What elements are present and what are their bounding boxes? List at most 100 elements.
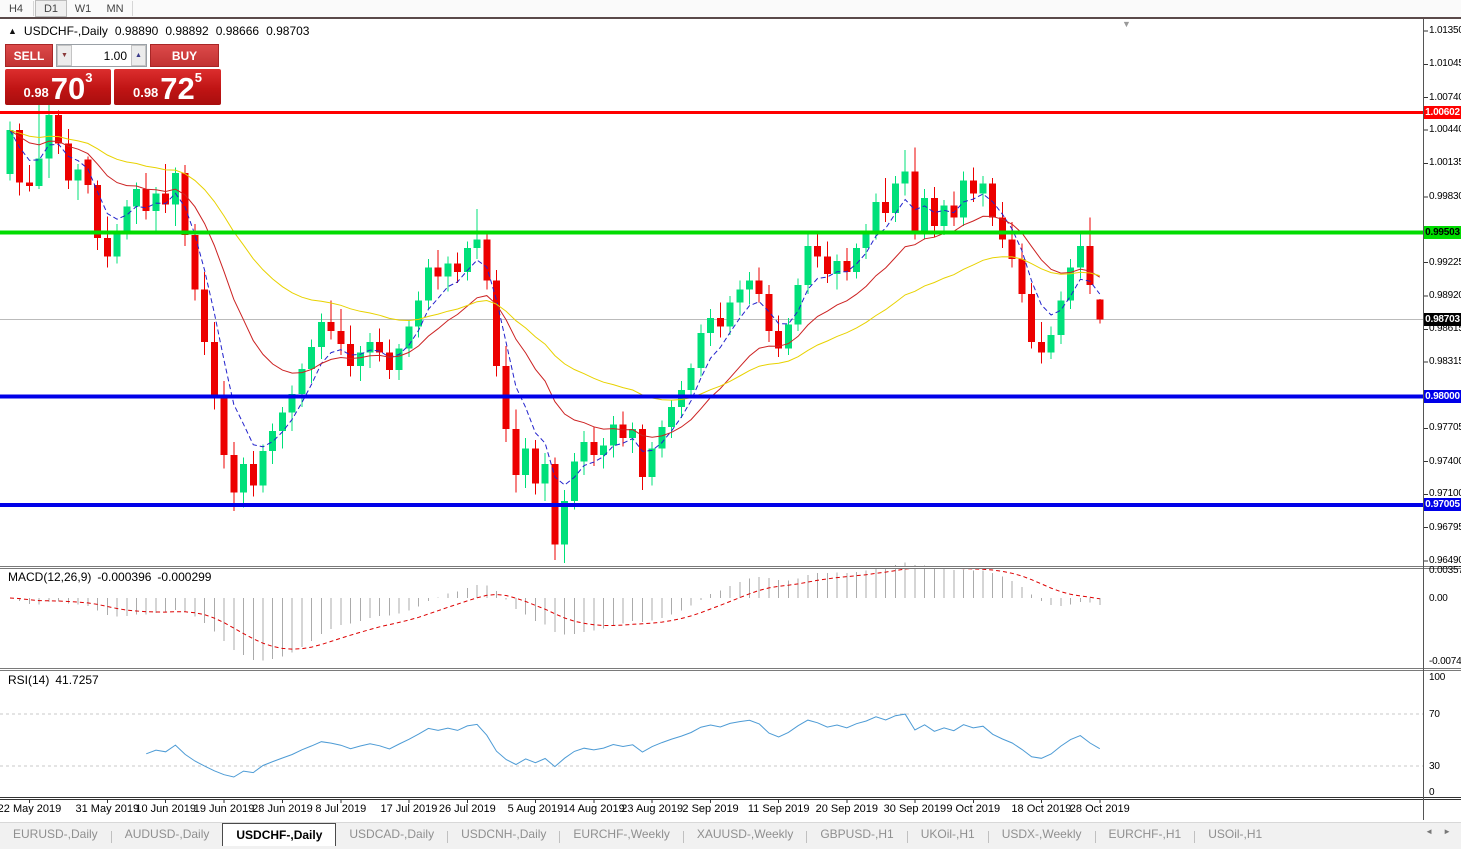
ask-price-sup: 5	[195, 70, 202, 85]
bull-candle-body	[36, 159, 43, 186]
bear-candle-body	[84, 160, 91, 185]
bull-candle-body	[736, 289, 743, 302]
bear-candle-body	[1028, 294, 1035, 342]
bull-candle-body	[444, 263, 451, 276]
bid-price-big: 70	[51, 76, 85, 102]
bull-candle-body	[425, 268, 432, 301]
bull-candle-body	[308, 347, 315, 369]
date-axis-label: 26 Jul 2019	[439, 803, 496, 815]
date-axis-label: 9 Oct 2019	[946, 803, 1000, 815]
date-axis-label: 31 May 2019	[75, 803, 139, 815]
tab-scroll-left-icon[interactable]: ◄	[1425, 827, 1433, 836]
chart-tab-usdcad-daily[interactable]: USDCAD-,Daily	[336, 823, 447, 845]
bear-candle-body	[435, 268, 442, 277]
price-axis-label: 0.97400	[1429, 456, 1461, 467]
bear-candle-body	[493, 281, 500, 366]
buy-button[interactable]: BUY	[150, 44, 219, 67]
date-axis-label: 5 Aug 2019	[508, 803, 564, 815]
bull-candle-body	[1057, 300, 1064, 335]
rsi-label: RSI(14) 41.7257	[8, 673, 99, 687]
price-level-badge-0.98000: 0.98000	[1424, 390, 1461, 403]
bear-candle-body	[619, 425, 626, 438]
bear-candle-body	[882, 202, 889, 213]
chart-tab-audusd-daily[interactable]: AUDUSD-,Daily	[112, 823, 223, 845]
macd-axis-label: 0.003574	[1429, 565, 1461, 576]
chart-tab-usdchf-daily[interactable]: USDCHF-,Daily	[222, 823, 336, 846]
bull-candle-body	[123, 207, 130, 231]
macd-rsi-separator[interactable]	[0, 668, 1461, 671]
level-line-0.98000[interactable]	[0, 394, 1423, 398]
bull-candle-body	[960, 180, 967, 217]
bull-candle-body	[133, 189, 140, 206]
bear-candle-body	[756, 281, 763, 294]
date-axis-label: 14 Aug 2019	[563, 803, 625, 815]
rsi-value: 41.7257	[55, 673, 98, 687]
bear-candle-body	[717, 318, 724, 327]
bear-candle-body	[911, 172, 918, 231]
ma-34-line	[10, 130, 1100, 400]
tab-scroll-right-icon[interactable]: ►	[1443, 827, 1451, 836]
rsi-axis-label: 70	[1429, 709, 1440, 720]
level-line-0.99503[interactable]	[0, 230, 1423, 234]
volume-increase-button[interactable]: ▲	[131, 45, 146, 66]
bull-candle-body	[542, 464, 549, 484]
volume-decrease-button[interactable]: ▼	[57, 45, 72, 66]
bear-candle-body	[328, 322, 335, 331]
main-macd-separator[interactable]	[0, 566, 1461, 569]
level-line-1.00602[interactable]	[0, 111, 1423, 114]
price-axis-label: 1.00135	[1429, 157, 1461, 168]
price-axis-label: 1.00440	[1429, 124, 1461, 135]
chart-tab-usdx-weekly[interactable]: USDX-,Weekly	[989, 823, 1095, 845]
bull-candle-body	[318, 322, 325, 347]
bull-candle-body	[892, 184, 899, 213]
date-axis-label: 10 Jun 2019	[135, 803, 196, 815]
bull-candle-body	[941, 205, 948, 226]
level-line-0.97005[interactable]	[0, 503, 1423, 507]
bull-candle-body	[7, 130, 14, 174]
bear-candle-body	[1096, 299, 1103, 319]
bull-candle-body	[172, 173, 179, 205]
chart-tab-eurusd-daily[interactable]: EURUSD-,Daily	[0, 823, 111, 845]
chart-tab-eurchf-h1[interactable]: EURCHF-,H1	[1096, 823, 1195, 845]
bear-candle-body	[230, 455, 237, 492]
volume-input[interactable]: 1.00	[72, 45, 131, 66]
bull-candle-body	[269, 431, 276, 451]
ask-price-panel[interactable]: 0.98 72 5	[114, 69, 221, 105]
bear-candle-body	[532, 449, 539, 484]
price-axis-line	[1423, 19, 1424, 820]
chevron-down-icon: ▼	[61, 52, 68, 59]
bear-candle-body	[250, 464, 257, 486]
chart-symbol-label: USDCHF-,Daily	[24, 24, 108, 38]
chart-tab-xauusd-weekly[interactable]: XAUUSD-,Weekly	[684, 823, 806, 845]
bear-candle-body	[26, 183, 33, 186]
bull-candle-body	[746, 281, 753, 290]
bull-candle-body	[240, 464, 247, 492]
bear-candle-body	[814, 246, 821, 257]
bull-candle-body	[522, 449, 529, 475]
sell-button[interactable]: SELL	[5, 44, 53, 67]
price-chart-canvas[interactable]	[0, 0, 1461, 849]
rsi-axis-label: 30	[1429, 761, 1440, 772]
date-axis-label: 11 Sep 2019	[748, 803, 810, 815]
bull-candle-body	[610, 425, 617, 446]
trading-platform-window: H4D1W1MN ▲ USDCHF-,Daily 0.98890 0.98892…	[0, 0, 1461, 849]
chart-tab-gbpusd-h1[interactable]: GBPUSD-,H1	[807, 823, 906, 845]
macd-signal-value: -0.000299	[157, 570, 211, 584]
chart-tab-usoil-h1[interactable]: USOil-,H1	[1195, 823, 1275, 845]
chart-shift-marker-icon[interactable]: ▼	[1122, 19, 1131, 29]
chart-tab-usdcnh-daily[interactable]: USDCNH-,Daily	[448, 823, 559, 845]
bull-candle-body	[629, 429, 636, 438]
chart-tab-ukoil-h1[interactable]: UKOil-,H1	[908, 823, 988, 845]
bid-price-panel[interactable]: 0.98 70 3	[5, 69, 111, 105]
bear-candle-body	[337, 331, 344, 344]
rsi-line	[146, 714, 1100, 777]
chart-tab-eurchf-weekly[interactable]: EURCHF-,Weekly	[560, 823, 682, 845]
price-axis-label: 1.01045	[1429, 58, 1461, 69]
bull-candle-body	[75, 169, 82, 180]
chart-tab-bar: EURUSD-,DailyAUDUSD-,DailyUSDCHF-,DailyU…	[0, 822, 1461, 849]
bull-candle-body	[697, 333, 704, 368]
bull-candle-body	[1077, 246, 1084, 268]
bear-candle-body	[1009, 239, 1016, 259]
price-axis-label: 1.00740	[1429, 92, 1461, 103]
bull-candle-body	[727, 303, 734, 327]
